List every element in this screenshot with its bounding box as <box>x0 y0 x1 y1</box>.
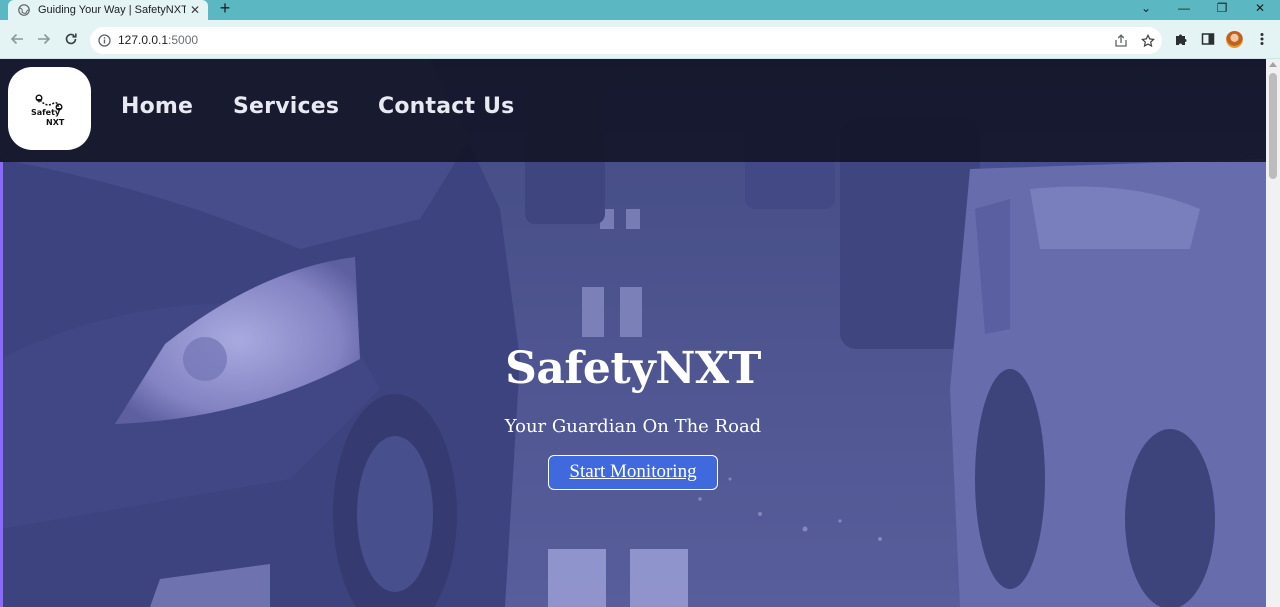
logo-line-1: Safety <box>31 108 61 117</box>
bookmark-star-icon[interactable] <box>1140 33 1156 49</box>
browser-tab-strip: Guiding Your Way | SafetyNXT.co ✕ + ⌄ — … <box>0 0 1280 20</box>
page-scrollbar[interactable] <box>1266 59 1280 607</box>
close-window-button[interactable]: ✕ <box>1246 0 1274 18</box>
site-logo[interactable]: Safety NXT <box>8 67 91 150</box>
reload-icon <box>65 33 77 45</box>
back-button[interactable] <box>8 30 26 48</box>
start-monitoring-button[interactable]: Start Monitoring <box>548 455 718 490</box>
logo-line-2: NXT <box>46 118 65 127</box>
url-port: :5000 <box>168 33 199 47</box>
tab-search-icon[interactable]: ⌄ <box>1132 0 1160 18</box>
forward-button[interactable] <box>35 30 53 48</box>
minimize-button[interactable]: — <box>1170 0 1198 18</box>
hero-title: SafetyNXT <box>505 343 761 394</box>
hero-subtitle: Your Guardian On The Road <box>504 416 762 437</box>
scrollbar-thumb[interactable] <box>1269 73 1277 179</box>
page-viewport: SafetyNXT Your Guardian On The Road Star… <box>0 59 1266 607</box>
globe-icon <box>18 4 30 16</box>
browser-menu-icon[interactable] <box>1254 31 1270 47</box>
profile-avatar[interactable] <box>1226 31 1243 48</box>
forward-arrow-icon <box>38 33 51 45</box>
route-pin-logo-icon: Safety NXT <box>31 94 65 127</box>
nav-home[interactable]: Home <box>121 94 193 119</box>
reload-button[interactable] <box>62 30 80 48</box>
back-arrow-icon <box>10 33 23 45</box>
browser-tab[interactable]: Guiding Your Way | SafetyNXT.co ✕ <box>8 0 208 20</box>
side-panel-icon[interactable] <box>1200 31 1216 47</box>
address-bar[interactable]: 127.0.0.1:5000 <box>90 27 1162 54</box>
restore-button[interactable]: ❐ <box>1208 0 1236 18</box>
scroll-up-arrow-icon[interactable] <box>1269 62 1277 67</box>
url-host: 127.0.0.1 <box>118 33 169 47</box>
share-icon[interactable] <box>1113 33 1129 49</box>
nav-services[interactable]: Services <box>233 94 339 119</box>
extensions-icon[interactable] <box>1173 31 1189 47</box>
site-header: Safety NXT Home Services Contact Us <box>0 59 1266 162</box>
site-info-icon[interactable] <box>98 34 111 47</box>
browser-toolbar: 127.0.0.1:5000 <box>0 20 1280 59</box>
url-text: 127.0.0.1:5000 <box>118 33 198 47</box>
nav-contact-us[interactable]: Contact Us <box>378 94 514 119</box>
new-tab-button[interactable]: + <box>216 0 234 18</box>
tab-title: Guiding Your Way | SafetyNXT.co <box>38 4 186 16</box>
tab-close-icon[interactable]: ✕ <box>188 3 202 17</box>
